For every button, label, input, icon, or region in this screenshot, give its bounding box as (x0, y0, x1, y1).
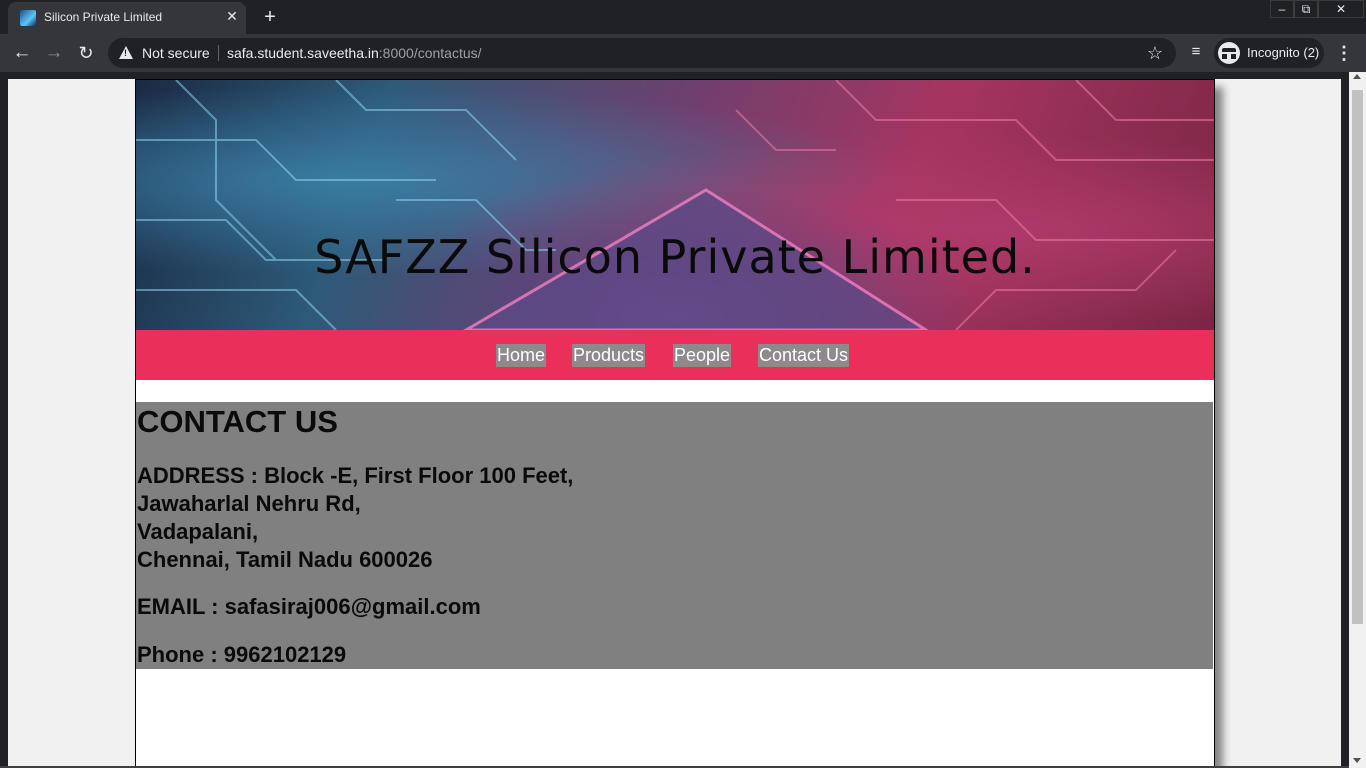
address-line: Chennai, Tamil Nadu 600026 (137, 547, 433, 572)
site-nav: Home Products People Contact Us (136, 330, 1214, 380)
minimize-button[interactable]: – (1270, 0, 1294, 18)
contact-heading: CONTACT US (137, 404, 338, 439)
nav-contact-link[interactable]: Contact Us (758, 344, 850, 367)
page-background: SAFZZ Silicon Private Limited. Home Prod… (8, 79, 1341, 768)
address-bar[interactable]: Not secure safa.student.saveetha.in:8000… (108, 38, 1176, 68)
incognito-profile-button[interactable]: Incognito (2) (1214, 38, 1324, 68)
incognito-label: Incognito (2) (1247, 45, 1320, 60)
nav-products-link[interactable]: Products (572, 344, 646, 367)
browser-toolbar: ← → ↻ Not secure safa.student.saveetha.i… (0, 34, 1366, 72)
close-icon[interactable]: ✕ (224, 8, 240, 24)
scroll-thumb[interactable] (1352, 90, 1363, 624)
plus-icon[interactable]: + (258, 6, 282, 28)
header-banner: SAFZZ Silicon Private Limited. (136, 80, 1214, 330)
address-line: Jawaharlal Nehru Rd, (137, 491, 361, 516)
more-menu-icon[interactable]: ⋮ (1334, 42, 1354, 64)
address-block: ADDRESS : Block -E, First Floor 100 Feet… (137, 462, 573, 574)
reload-icon[interactable]: ↻ (73, 40, 99, 66)
site-title: SAFZZ Silicon Private Limited. (314, 230, 1036, 284)
vertical-scrollbar[interactable] (1349, 72, 1366, 768)
nav-home-link[interactable]: Home (496, 344, 547, 367)
url-path: :8000/contactus/ (378, 45, 482, 61)
star-icon[interactable]: ☆ (1144, 42, 1166, 64)
circuit-board-image (136, 80, 1214, 330)
scroll-down-arrow-icon[interactable] (1353, 758, 1361, 763)
nav-people-link[interactable]: People (673, 344, 732, 367)
divider (218, 45, 219, 61)
favicon-icon (20, 10, 36, 26)
browser-tab[interactable]: Silicon Private Limited ✕ (8, 2, 246, 34)
site-container: SAFZZ Silicon Private Limited. Home Prod… (135, 79, 1215, 768)
window-close-button[interactable]: ✕ (1318, 0, 1364, 18)
scroll-up-arrow-icon[interactable] (1353, 74, 1361, 79)
contact-section: CONTACT US ADDRESS : Block -E, First Flo… (136, 402, 1213, 669)
restore-button[interactable]: ⧉ (1294, 0, 1318, 18)
page-viewport: SAFZZ Silicon Private Limited. Home Prod… (0, 72, 1366, 768)
warning-icon (119, 46, 133, 59)
incognito-icon (1218, 42, 1240, 64)
tab-strip: Silicon Private Limited ✕ + – ⧉ ✕ (0, 0, 1366, 34)
media-control-icon[interactable]: ≡ (1186, 42, 1206, 62)
url-text[interactable]: safa.student.saveetha.in:8000/contactus/ (227, 45, 482, 61)
email-text: EMAIL : safasiraj006@gmail.com (137, 594, 481, 619)
address-line: ADDRESS : Block -E, First Floor 100 Feet… (137, 463, 574, 488)
tab-title: Silicon Private Limited (44, 10, 163, 24)
phone-text: Phone : 9962102129 (137, 642, 347, 667)
back-arrow-icon[interactable]: ← (9, 40, 35, 66)
url-host: safa.student.saveetha.in (227, 45, 379, 61)
forward-arrow-icon[interactable]: → (41, 40, 67, 66)
address-line: Vadapalani, (137, 519, 259, 544)
security-status[interactable]: Not secure (142, 45, 210, 61)
